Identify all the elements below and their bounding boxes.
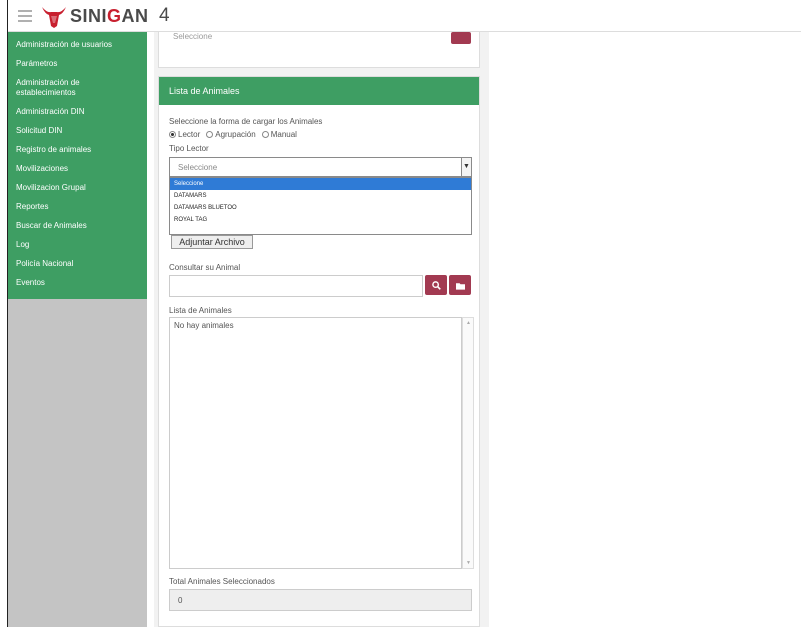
sidebar: Administración de usuarios Parámetros Ad… xyxy=(8,32,147,627)
reader-type-label: Tipo Lector xyxy=(169,144,209,153)
reader-type-select-value: Seleccione xyxy=(178,163,218,172)
brand-name: SINIGAN xyxy=(70,6,149,26)
panel-title: Lista de Animales xyxy=(159,77,479,105)
sidebar-item-registro-animales[interactable]: Registro de animales xyxy=(8,141,147,160)
dropdown-option[interactable]: DATAMARS xyxy=(170,190,471,202)
bull-logo-icon xyxy=(42,7,66,28)
radio-manual-label: Manual xyxy=(270,130,297,139)
sidebar-item-movilizaciones[interactable]: Movilizaciones xyxy=(8,160,147,179)
sidebar-item-movilizacion-grupal[interactable]: Movilizacion Grupal xyxy=(8,179,147,198)
search-animal-input[interactable] xyxy=(169,275,423,297)
load-mode-radio-group: Lector Agrupación Manual xyxy=(169,130,303,139)
folder-icon xyxy=(455,282,465,290)
sidebar-item-solicitud-din[interactable]: Solicitud DIN xyxy=(8,122,147,141)
radio-agrupacion-label: Agrupación xyxy=(215,130,256,139)
total-selected-label: Total Animales Seleccionados xyxy=(169,577,275,586)
previous-action-button[interactable] xyxy=(451,32,471,44)
folder-button[interactable] xyxy=(449,275,471,295)
radio-manual[interactable] xyxy=(261,131,269,138)
animal-list-label: Lista de Animales xyxy=(169,306,232,315)
main-content: Seleccione Lista de Animales Seleccione … xyxy=(147,32,801,627)
sidebar-item-buscar-animales[interactable]: Buscar de Animales xyxy=(8,217,147,236)
dropdown-option[interactable]: ROYAL TAG xyxy=(170,214,471,226)
animal-list-panel: Lista de Animales Seleccione la forma de… xyxy=(158,76,480,627)
chevron-down-icon[interactable]: ▼ xyxy=(461,158,471,176)
scroll-down-icon[interactable]: ▼ xyxy=(466,560,471,566)
sidebar-item-administracion-establecimientos[interactable]: Administración de establecimientos xyxy=(8,74,147,103)
sidebar-item-policia-nacional[interactable]: Policía Nacional xyxy=(8,255,147,274)
sidebar-item-log[interactable]: Log xyxy=(8,236,147,255)
previous-select-value[interactable]: Seleccione xyxy=(173,32,212,41)
sidebar-menu: Administración de usuarios Parámetros Ad… xyxy=(8,32,147,299)
load-mode-label: Seleccione la forma de cargar los Animal… xyxy=(169,117,323,126)
reader-type-dropdown: Seleccione DATAMARS DATAMARS BLUETOO ROY… xyxy=(169,177,472,235)
radio-lector[interactable] xyxy=(169,131,176,138)
animal-listbox[interactable]: No hay animales xyxy=(169,317,462,569)
sidebar-item-parametros[interactable]: Parámetros xyxy=(8,55,147,74)
search-animal-label: Consultar su Animal xyxy=(169,263,241,272)
sidebar-item-administracion-din[interactable]: Administración DIN xyxy=(8,103,147,122)
dropdown-option[interactable]: Seleccione xyxy=(170,178,471,190)
listbox-scrollbar[interactable]: ▲ ▼ xyxy=(462,317,474,569)
search-button[interactable] xyxy=(425,275,447,295)
radio-agrupacion[interactable] xyxy=(206,131,214,138)
form-column: Seleccione Lista de Animales Seleccione … xyxy=(154,32,489,627)
reader-type-select[interactable]: Seleccione ▼ xyxy=(169,157,472,177)
hamburger-menu-icon[interactable] xyxy=(18,10,32,22)
version-number: 4 xyxy=(159,5,170,26)
sidebar-item-administracion-usuarios[interactable]: Administración de usuarios xyxy=(8,36,147,55)
radio-lector-label: Lector xyxy=(178,130,201,139)
sidebar-item-reportes[interactable]: Reportes xyxy=(8,198,147,217)
dropdown-option[interactable]: DATAMARS BLUETOO xyxy=(170,202,471,214)
sidebar-item-eventos[interactable]: Eventos xyxy=(8,274,147,293)
app-window: SINIGAN 4 Administración de usuarios Par… xyxy=(7,0,801,627)
attach-file-button[interactable]: Adjuntar Archivo xyxy=(171,235,253,249)
top-bar: SINIGAN 4 xyxy=(8,0,801,32)
search-icon xyxy=(431,281,441,290)
list-item: No hay animales xyxy=(174,321,234,330)
total-selected-field: 0 xyxy=(169,589,472,611)
scroll-up-icon[interactable]: ▲ xyxy=(466,320,471,326)
previous-panel: Seleccione xyxy=(158,32,480,68)
